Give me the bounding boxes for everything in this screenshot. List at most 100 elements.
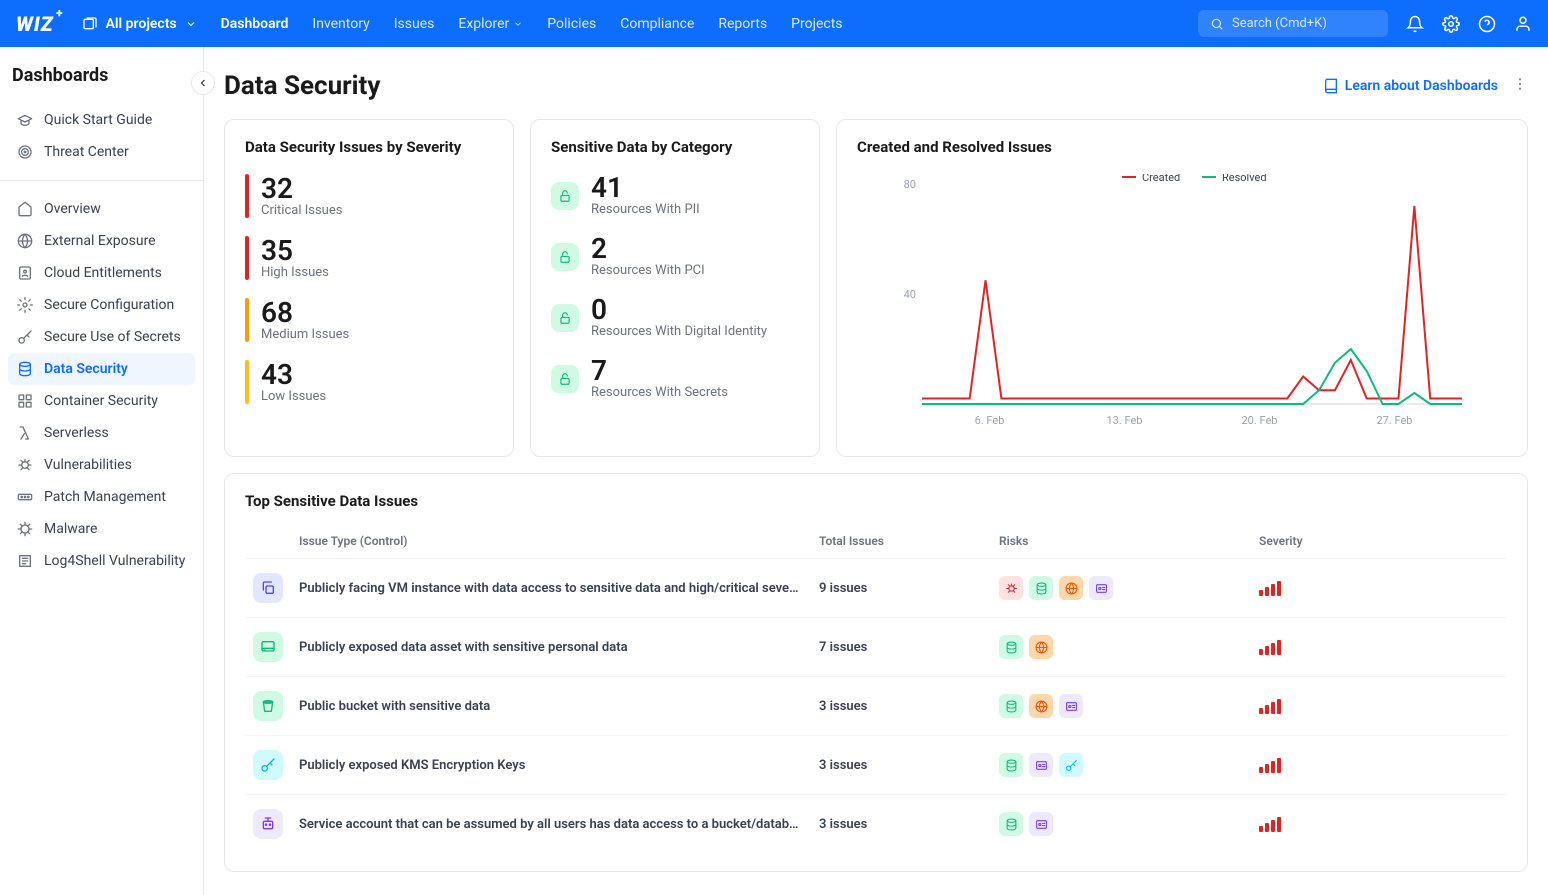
sidebar-item-quick start guide[interactable]: Quick Start Guide (8, 104, 195, 136)
table-row[interactable]: Publicly exposed KMS Encryption Keys 3 i… (245, 736, 1507, 795)
stat-value: 35 (261, 237, 329, 265)
virus-icon (16, 520, 34, 538)
logo[interactable]: WIZ+ (16, 12, 54, 36)
sidebar-item-vulnerabilities[interactable]: Vulnerabilities (8, 449, 195, 481)
nav-issues[interactable]: Issues (394, 16, 435, 32)
svg-text:13. Feb: 13. Feb (1107, 414, 1143, 427)
stat-value: 32 (261, 175, 342, 203)
risk-badges (999, 576, 1243, 600)
main-content: Data Security Learn about Dashboards Dat… (204, 47, 1548, 895)
category-stat[interactable]: 41Resources With PII (551, 174, 799, 217)
nav-policies[interactable]: Policies (547, 16, 596, 32)
db-icon (16, 360, 34, 378)
table-row[interactable]: Service account that can be assumed by a… (245, 795, 1507, 854)
sidebar-item-label: Log4Shell Vulnerability (44, 553, 185, 569)
risk-badges (999, 635, 1243, 659)
stat-label: High Issues (261, 265, 329, 280)
badge-icon (16, 264, 34, 282)
db-risk-badge (999, 753, 1023, 777)
issue-title: Public bucket with sensitive data (299, 699, 799, 714)
lambda-icon (16, 424, 34, 442)
sidebar-item-label: Secure Configuration (44, 297, 174, 313)
issue-total: 9 issues (811, 559, 991, 618)
nav-reports[interactable]: Reports (718, 16, 767, 32)
category-stat[interactable]: 0Resources With Digital Identity (551, 296, 799, 339)
category-card: Sensitive Data by Category 41Resources W… (530, 119, 820, 457)
globe-icon (16, 232, 34, 250)
search-input[interactable]: Search (Cmd+K) (1198, 10, 1388, 37)
nav-explorer[interactable]: Explorer (458, 16, 523, 32)
issue-title: Publicly exposed data asset with sensiti… (299, 640, 799, 655)
sidebar-item-cloud entitlements[interactable]: Cloud Entitlements (8, 257, 195, 289)
svg-text:20. Feb: 20. Feb (1242, 414, 1278, 427)
nav-projects[interactable]: Projects (791, 16, 842, 32)
db-risk-badge (999, 812, 1023, 836)
sidebar-item-label: Cloud Entitlements (44, 265, 162, 281)
nav-compliance[interactable]: Compliance (620, 16, 694, 32)
sidebar-item-log4shell vulnerability[interactable]: Log4Shell Vulnerability (8, 545, 195, 577)
sidebar-item-label: Overview (44, 201, 101, 217)
stat-label: Low Issues (261, 389, 326, 404)
severity-bars (1259, 816, 1499, 832)
table-row[interactable]: Publicly exposed data asset with sensiti… (245, 618, 1507, 677)
gear-icon[interactable] (1442, 15, 1460, 33)
issue-total: 7 issues (811, 618, 991, 677)
learn-link[interactable]: Learn about Dashboards (1323, 78, 1498, 94)
db-risk-badge (999, 694, 1023, 718)
stat-label: Medium Issues (261, 327, 349, 342)
col-issue-type: Issue Type (Control) (291, 524, 811, 559)
help-icon[interactable] (1478, 15, 1496, 33)
log-icon (16, 552, 34, 570)
key-icon (253, 750, 283, 780)
issue-title: Publicly facing VM instance with data ac… (299, 581, 799, 596)
robot-icon (253, 809, 283, 839)
risk-badges (999, 753, 1243, 777)
sidebar-item-label: Malware (44, 521, 97, 537)
sidebar-item-label: Data Security (44, 361, 128, 377)
nav-dashboard[interactable]: Dashboard (221, 16, 289, 32)
id-risk-badge (1029, 753, 1053, 777)
severity-card-title: Data Security Issues by Severity (245, 138, 493, 156)
category-stat[interactable]: 7Resources With Secrets (551, 357, 799, 400)
nav-inventory[interactable]: Inventory (312, 16, 369, 32)
table-row[interactable]: Publicly facing VM instance with data ac… (245, 559, 1507, 618)
sidebar-item-label: Patch Management (44, 489, 166, 505)
sidebar-item-threat center[interactable]: Threat Center (8, 136, 195, 168)
severity-stat[interactable]: 43Low Issues (245, 360, 493, 404)
bell-icon[interactable] (1406, 15, 1424, 33)
grad-cap-icon (16, 111, 34, 129)
sidebar-item-malware[interactable]: Malware (8, 513, 195, 545)
severity-card: Data Security Issues by Severity 32Criti… (224, 119, 514, 457)
user-icon[interactable] (1514, 15, 1532, 33)
svg-text:6. Feb: 6. Feb (975, 414, 1005, 427)
globe-risk-badge (1029, 694, 1053, 718)
sidebar-item-patch management[interactable]: Patch Management (8, 481, 195, 513)
severity-stat[interactable]: 35High Issues (245, 236, 493, 280)
patch-icon (16, 488, 34, 506)
sidebar-item-serverless[interactable]: Serverless (8, 417, 195, 449)
book-icon (1323, 78, 1339, 94)
project-selector[interactable]: All projects (82, 16, 197, 32)
collapse-sidebar-button[interactable] (191, 71, 215, 95)
kebab-icon (1512, 76, 1528, 92)
sidebar-item-data security[interactable]: Data Security (8, 353, 195, 385)
sidebar-item-overview[interactable]: Overview (8, 193, 195, 225)
severity-indicator (245, 298, 249, 342)
risk-badges (999, 694, 1243, 718)
category-card-title: Sensitive Data by Category (551, 138, 799, 156)
severity-bars (1259, 639, 1499, 655)
more-menu-button[interactable] (1512, 76, 1528, 96)
unlock-icon (551, 304, 579, 332)
severity-indicator (245, 236, 249, 280)
severity-indicator (245, 360, 249, 404)
sidebar-item-secure configuration[interactable]: Secure Configuration (8, 289, 195, 321)
category-stat[interactable]: 2Resources With PCI (551, 235, 799, 278)
issue-total: 3 issues (811, 736, 991, 795)
severity-stat[interactable]: 68Medium Issues (245, 298, 493, 342)
table-row[interactable]: Public bucket with sensitive data 3 issu… (245, 677, 1507, 736)
sidebar-item-secure use of secrets[interactable]: Secure Use of Secrets (8, 321, 195, 353)
sidebar-item-external exposure[interactable]: External Exposure (8, 225, 195, 257)
sidebar-item-container security[interactable]: Container Security (8, 385, 195, 417)
severity-stat[interactable]: 32Critical Issues (245, 174, 493, 218)
bug-icon (16, 456, 34, 474)
